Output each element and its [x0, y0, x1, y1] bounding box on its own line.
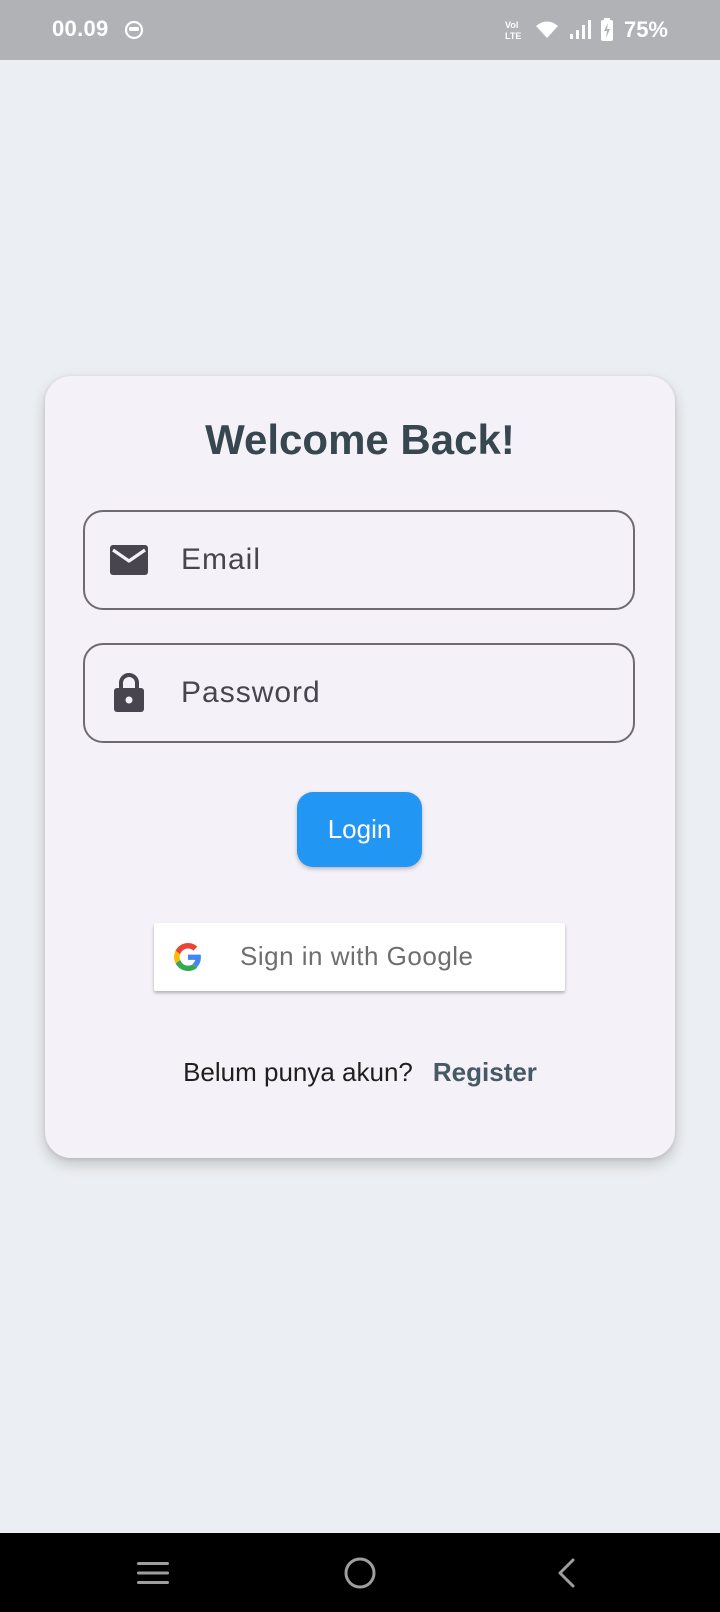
login-screen: 00.09 Vol LTE 75% Welcome Back! Email Lo…: [0, 0, 720, 1612]
page-title: Welcome Back!: [205, 416, 515, 463]
svg-text:Vol: Vol: [505, 20, 518, 30]
navigation-bar: [0, 1533, 720, 1612]
battery-charging-icon: [600, 18, 614, 42]
battery-percentage: 75%: [623, 17, 668, 42]
password-input[interactable]: [181, 645, 611, 741]
email-input[interactable]: [181, 512, 611, 608]
status-bar: 00.09 Vol LTE 75%: [0, 0, 720, 60]
register-link[interactable]: Register: [433, 1057, 537, 1087]
svg-text:LTE: LTE: [505, 31, 521, 41]
lock-icon: [109, 673, 149, 713]
google-sign-in-button[interactable]: Sign in with Google: [154, 923, 565, 991]
home-icon[interactable]: [338, 1551, 382, 1595]
notification-app-icon: [124, 20, 144, 40]
register-prompt: Belum punya akun?: [183, 1057, 413, 1087]
google-icon: [174, 943, 202, 971]
volte-icon: Vol LTE: [504, 18, 526, 42]
recent-apps-icon[interactable]: [131, 1551, 175, 1595]
signal-icon: [568, 19, 592, 41]
password-field[interactable]: [83, 643, 635, 743]
login-button[interactable]: Login: [297, 792, 422, 867]
register-row: Belum punya akun? Register: [45, 1057, 675, 1088]
email-field[interactable]: [83, 510, 635, 610]
mail-icon: [109, 540, 149, 580]
google-sign-in-label: Sign in with Google: [240, 941, 474, 971]
login-card: Welcome Back! Login: [45, 376, 675, 1158]
status-icons: Vol LTE 75%: [504, 14, 668, 46]
wifi-icon: [534, 19, 560, 41]
back-icon[interactable]: [544, 1551, 588, 1595]
status-time: 00.09: [52, 16, 109, 41]
